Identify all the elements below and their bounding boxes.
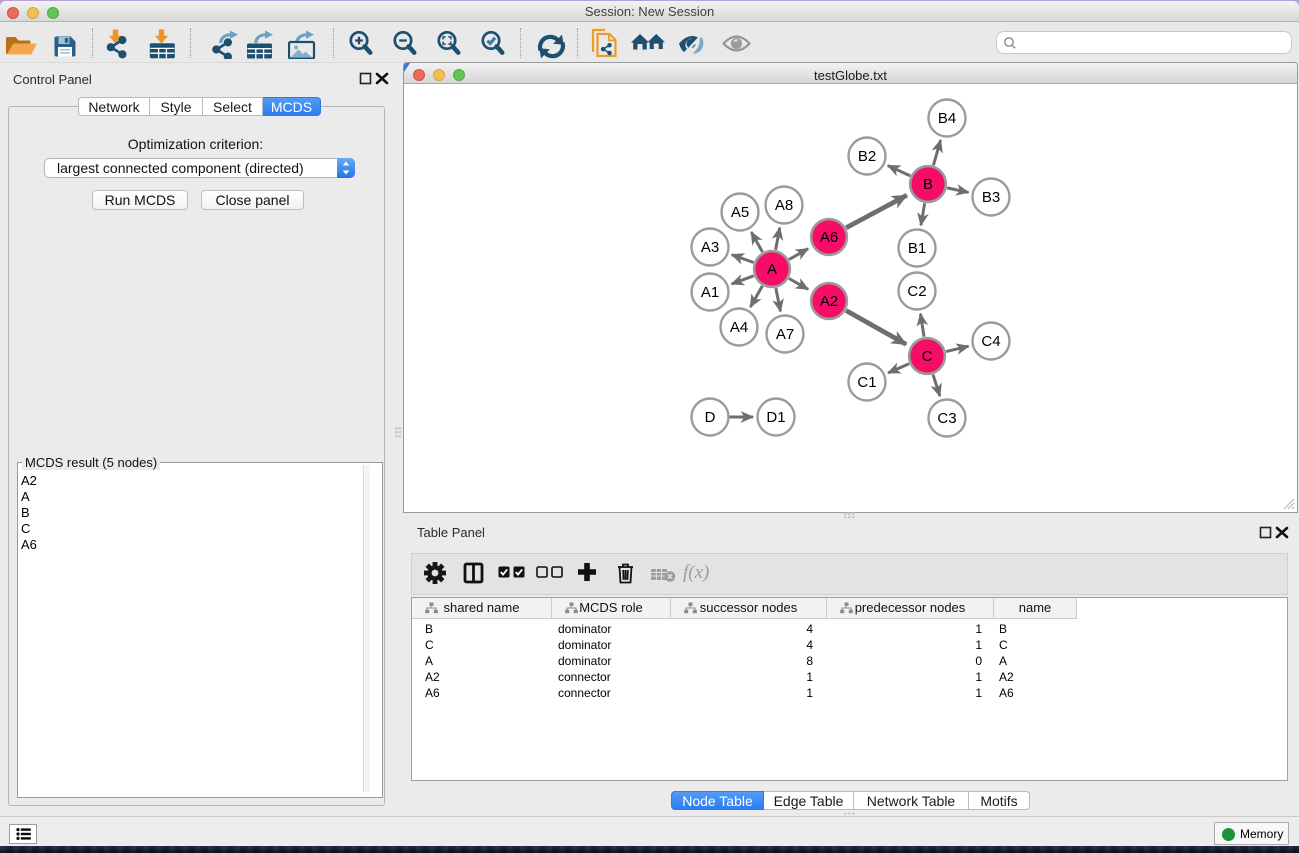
svg-text:C: C: [922, 348, 933, 365]
svg-text:A2: A2: [820, 293, 838, 310]
svg-text:C2: C2: [907, 283, 926, 300]
svg-text:A8: A8: [775, 197, 793, 214]
svg-text:C3: C3: [937, 410, 956, 427]
svg-text:A4: A4: [730, 319, 748, 336]
svg-text:A7: A7: [776, 326, 794, 343]
svg-text:A6: A6: [820, 229, 838, 246]
svg-text:C1: C1: [857, 374, 876, 391]
svg-text:A5: A5: [731, 204, 749, 221]
svg-text:B3: B3: [982, 189, 1000, 206]
svg-text:B2: B2: [858, 148, 876, 165]
svg-text:B1: B1: [908, 240, 926, 257]
svg-text:A1: A1: [701, 284, 719, 301]
svg-text:D: D: [705, 409, 716, 426]
svg-text:C4: C4: [981, 333, 1000, 350]
svg-text:B: B: [923, 176, 933, 193]
svg-text:B4: B4: [938, 110, 956, 127]
svg-text:A3: A3: [701, 239, 719, 256]
svg-text:A: A: [767, 261, 777, 278]
svg-text:D1: D1: [766, 409, 785, 426]
